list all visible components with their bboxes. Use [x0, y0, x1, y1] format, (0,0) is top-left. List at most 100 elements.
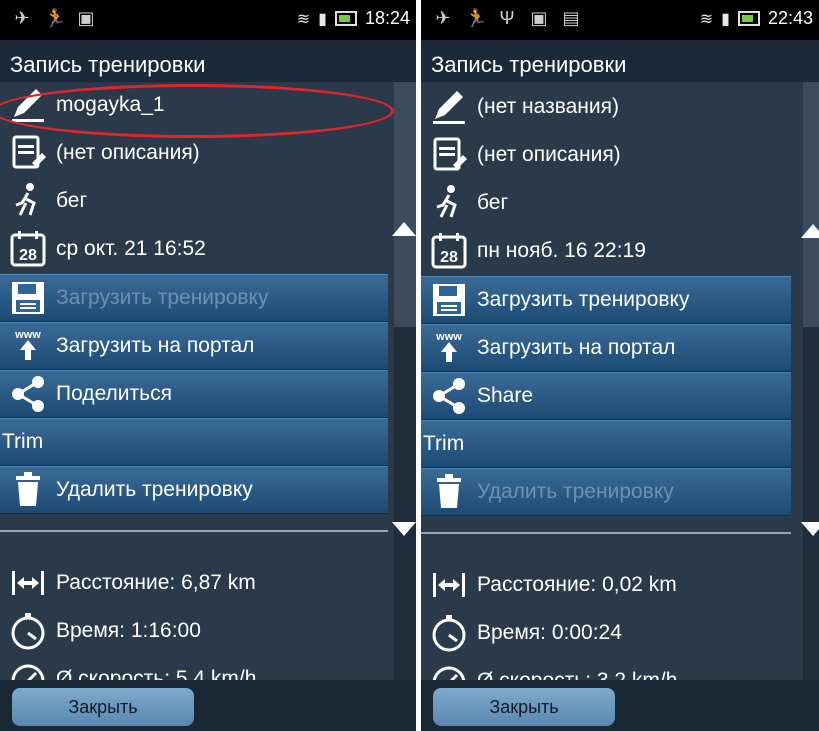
distance-row: Расстояние: 6,87 km: [0, 560, 388, 606]
upload-portal-label: Загрузить на портал: [477, 336, 676, 359]
share-button[interactable]: Share: [421, 372, 791, 420]
signal-icon: ▮: [721, 10, 730, 28]
notification-icon: ▤: [562, 8, 580, 28]
pencil-icon: [427, 85, 471, 129]
stopwatch-icon: [6, 609, 50, 653]
workout-description: (нет описания): [477, 143, 621, 166]
activity-type-row[interactable]: бег: [421, 180, 791, 226]
activity-type: бег: [477, 191, 509, 214]
divider: [0, 530, 388, 532]
upload-portal-label: Загрузить на портал: [56, 334, 255, 357]
workout-name-row[interactable]: (нет названия): [421, 84, 791, 130]
satellite-icon: ✈: [14, 8, 30, 28]
trim-label: Trim: [2, 430, 44, 453]
close-button[interactable]: Закрыть: [433, 688, 615, 726]
stopwatch-icon: [427, 611, 471, 655]
screen-right: ✈ 🏃 Ψ ▣ ▤ ≋ ▮ 22:43 Запись тренировки (н…: [421, 0, 819, 731]
workout-details: mogayka_1 (нет описания) бег 28 ср окт. …: [0, 82, 416, 698]
start-time: пн нояб. 16 22:19: [477, 239, 646, 262]
distance-row: Расстояние: 0,02 km: [421, 562, 791, 608]
trim-button[interactable]: Trim: [0, 418, 388, 466]
runner-icon: [6, 179, 50, 223]
screen-left: ✈ 🏃 ▣ ≋ ▮ 18:24 Запись тренировки mogayk…: [0, 0, 416, 731]
duration-row: Время: 0:00:24: [421, 610, 791, 656]
calendar-day: 28: [440, 249, 458, 266]
distance-value: Расстояние: 0,02 km: [477, 573, 677, 596]
share-label: Поделиться: [56, 382, 172, 405]
scroll-thumb[interactable]: [803, 82, 819, 327]
www-upload-icon: www: [427, 326, 471, 370]
bottom-bar: Закрыть: [421, 680, 819, 731]
battery-icon: [334, 11, 357, 26]
upload-portal-button[interactable]: www Загрузить на портал: [421, 324, 791, 372]
scroll-thumb[interactable]: [394, 82, 416, 327]
trash-icon: [6, 468, 50, 512]
duration-row: Время: 1:16:00: [0, 608, 388, 654]
duration-value: Время: 0:00:24: [477, 621, 622, 644]
www-text: www: [14, 329, 41, 341]
upload-workout-label: Загрузить тренировку: [477, 288, 690, 311]
www-text: www: [435, 331, 462, 343]
signal-icon: ▮: [318, 10, 327, 28]
scrollbar[interactable]: [394, 82, 416, 680]
trim-label: Trim: [423, 432, 465, 455]
divider: [421, 532, 791, 534]
share-icon: [427, 374, 471, 418]
highlight-ellipse: [0, 84, 394, 138]
wifi-icon: ≋: [699, 10, 714, 28]
upload-workout-label: Загрузить тренировку: [56, 286, 269, 309]
scroll-down-arrow-icon[interactable]: [392, 522, 416, 536]
delete-workout-label: Удалить тренировку: [477, 480, 674, 503]
trim-button[interactable]: Trim: [421, 420, 791, 468]
status-time: 18:24: [364, 8, 410, 28]
delete-workout-button[interactable]: Удалить тренировку: [0, 466, 388, 514]
runner-icon: 🏃: [465, 8, 488, 28]
duration-value: Время: 1:16:00: [56, 619, 201, 642]
status-time: 22:43: [767, 8, 813, 28]
upload-workout-button[interactable]: Загрузить тренировку: [421, 276, 791, 324]
runner-icon: 🏃: [44, 8, 67, 28]
note-edit-icon: [6, 131, 50, 175]
delete-workout-button[interactable]: Удалить тренировку: [421, 468, 791, 516]
page-title: Запись тренировки: [0, 40, 416, 82]
battery-icon: [737, 11, 760, 26]
calendar-icon: 28: [427, 229, 471, 273]
share-icon: [6, 372, 50, 416]
image-icon: ▣: [530, 8, 548, 28]
status-bar: ✈ 🏃 ▣ ≋ ▮ 18:24: [0, 0, 416, 40]
trash-icon: [427, 470, 471, 514]
scroll-up-arrow-icon[interactable]: [392, 222, 416, 236]
note-edit-icon: [427, 133, 471, 177]
upload-portal-button[interactable]: www Загрузить на портал: [0, 322, 388, 370]
workout-description: (нет описания): [56, 141, 200, 164]
satellite-icon: ✈: [435, 8, 451, 28]
workout-details: (нет названия) (нет описания) бег 28 пн …: [421, 82, 819, 700]
calendar-icon: 28: [6, 227, 50, 271]
close-button[interactable]: Закрыть: [12, 688, 194, 726]
save-icon: [427, 278, 471, 322]
runner-icon: [427, 181, 471, 225]
start-time-row: 28 пн нояб. 16 22:19: [421, 228, 791, 274]
upload-workout-button[interactable]: Загрузить тренировку: [0, 274, 388, 322]
start-time-row: 28 ср окт. 21 16:52: [0, 226, 388, 272]
share-button[interactable]: Поделиться: [0, 370, 388, 418]
status-bar: ✈ 🏃 Ψ ▣ ▤ ≋ ▮ 22:43: [421, 0, 819, 40]
share-label: Share: [477, 384, 534, 407]
delete-workout-label: Удалить тренировку: [56, 478, 253, 501]
activity-type: бег: [56, 189, 88, 212]
page-title: Запись тренировки: [421, 40, 819, 82]
www-upload-icon: www: [6, 324, 50, 368]
distance-icon: [427, 563, 471, 607]
image-icon: ▣: [77, 8, 95, 28]
workout-description-row[interactable]: (нет описания): [421, 132, 791, 178]
distance-value: Расстояние: 6,87 km: [56, 571, 256, 594]
workout-name: (нет названия): [477, 95, 619, 118]
scrollbar[interactable]: [803, 82, 819, 680]
activity-type-row[interactable]: бег: [0, 178, 388, 224]
usb-icon: Ψ: [499, 8, 515, 28]
start-time: ср окт. 21 16:52: [56, 237, 206, 260]
distance-icon: [6, 561, 50, 605]
scroll-up-arrow-icon[interactable]: [801, 224, 819, 238]
calendar-day: 28: [19, 247, 37, 264]
scroll-down-arrow-icon[interactable]: [801, 522, 819, 536]
